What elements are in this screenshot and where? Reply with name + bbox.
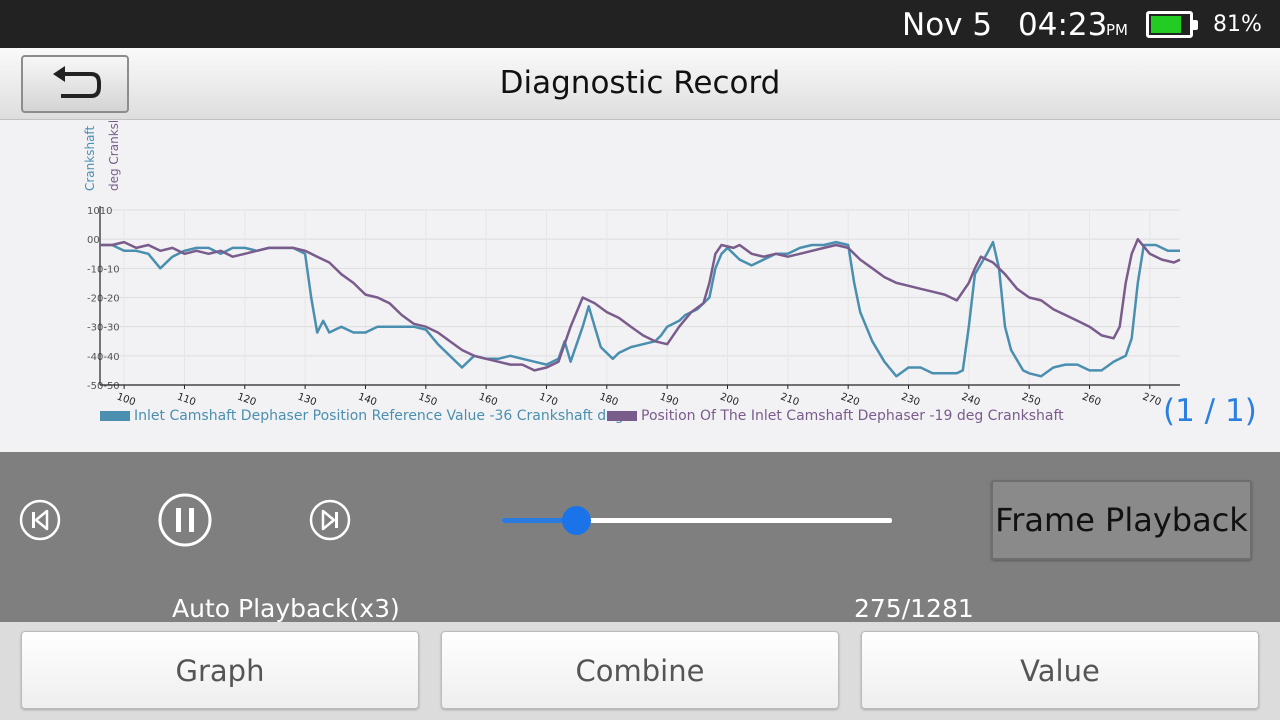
auto-playback-label: Auto Playback(x3) (172, 594, 400, 623)
skip-next-icon (309, 499, 351, 541)
legend-item-2: Position Of The Inlet Camshaft Dephaser … (607, 408, 1064, 424)
x-tick-label: 150 (417, 391, 439, 408)
x-tick-label: 120 (236, 391, 258, 408)
combine-button[interactable]: Combine (441, 631, 839, 709)
y-tick-label: -20-20 (87, 294, 120, 305)
x-tick-label: 180 (598, 391, 620, 408)
series-line-2 (100, 237, 1181, 372)
playback-controls: Frame Playback Auto Playback(x3) 275/128… (0, 452, 1280, 623)
status-ampm: PM (1106, 21, 1128, 39)
status-date: Nov 5 (902, 7, 993, 43)
x-tick-label: 240 (960, 391, 982, 408)
title-bar: Diagnostic Record (0, 48, 1280, 120)
y-tick-label: -30-30 (87, 323, 120, 334)
next-frame-button[interactable] (309, 499, 351, 545)
battery-tip (1193, 20, 1198, 30)
legend-swatch-1 (100, 411, 130, 421)
line-chart: 101000-10-10-20-20-30-30-40-40-50-501001… (87, 206, 1181, 408)
x-tick-label: 110 (175, 391, 197, 408)
x-tick-label: 170 (537, 391, 559, 408)
y-tick-label: 00 (87, 235, 100, 246)
legend-item-1: Inlet Camshaft Dephaser Position Referen… (100, 408, 624, 424)
graph-button[interactable]: Graph (21, 631, 419, 709)
x-tick-label: 190 (658, 391, 680, 408)
y-tick-label: -50-50 (87, 381, 120, 392)
status-bar: Nov 5 04:23 PM 81% (0, 0, 1280, 48)
x-tick-label: 160 (477, 391, 499, 408)
pause-button[interactable] (158, 493, 212, 551)
legend-swatch-2 (607, 411, 637, 421)
slider-thumb[interactable] (562, 506, 592, 535)
x-tick-label: 220 (839, 391, 861, 408)
x-tick-label: 130 (296, 391, 318, 408)
x-tick-label: 140 (356, 391, 378, 408)
y-tick-label: -10-10 (87, 264, 120, 275)
chart-panel: Crankshaft deg Cranksl 101000-10-10-20-2… (0, 121, 1280, 452)
frame-playback-button[interactable]: Frame Playback (991, 480, 1252, 560)
battery-percent: 81% (1213, 12, 1262, 37)
battery-icon (1146, 11, 1198, 38)
y-tick-label: -40-40 (87, 352, 120, 363)
x-tick-label: 270 (1141, 391, 1163, 408)
skip-previous-icon (19, 499, 61, 541)
playback-slider[interactable] (502, 506, 892, 535)
page-indicator: (1 / 1) (1163, 393, 1257, 429)
legend-label-1: Inlet Camshaft Dephaser Position Referen… (134, 408, 624, 424)
page-title: Diagnostic Record (499, 65, 781, 101)
x-tick-label: 200 (718, 391, 740, 408)
x-tick-label: 230 (899, 391, 921, 408)
legend-label-2: Position Of The Inlet Camshaft Dephaser … (641, 408, 1064, 424)
previous-frame-button[interactable] (19, 499, 61, 545)
x-tick-label: 250 (1020, 391, 1042, 408)
bottom-tab-bar: Graph Combine Value (0, 622, 1280, 720)
x-tick-label: 210 (779, 391, 801, 408)
pause-icon (158, 493, 212, 547)
frame-counter: 275/1281 (854, 594, 974, 623)
value-button[interactable]: Value (861, 631, 1259, 709)
x-tick-label: 260 (1080, 391, 1102, 408)
battery-level (1151, 16, 1181, 33)
status-time: 04:23 (1018, 7, 1108, 43)
x-tick-label: 100 (115, 391, 137, 408)
